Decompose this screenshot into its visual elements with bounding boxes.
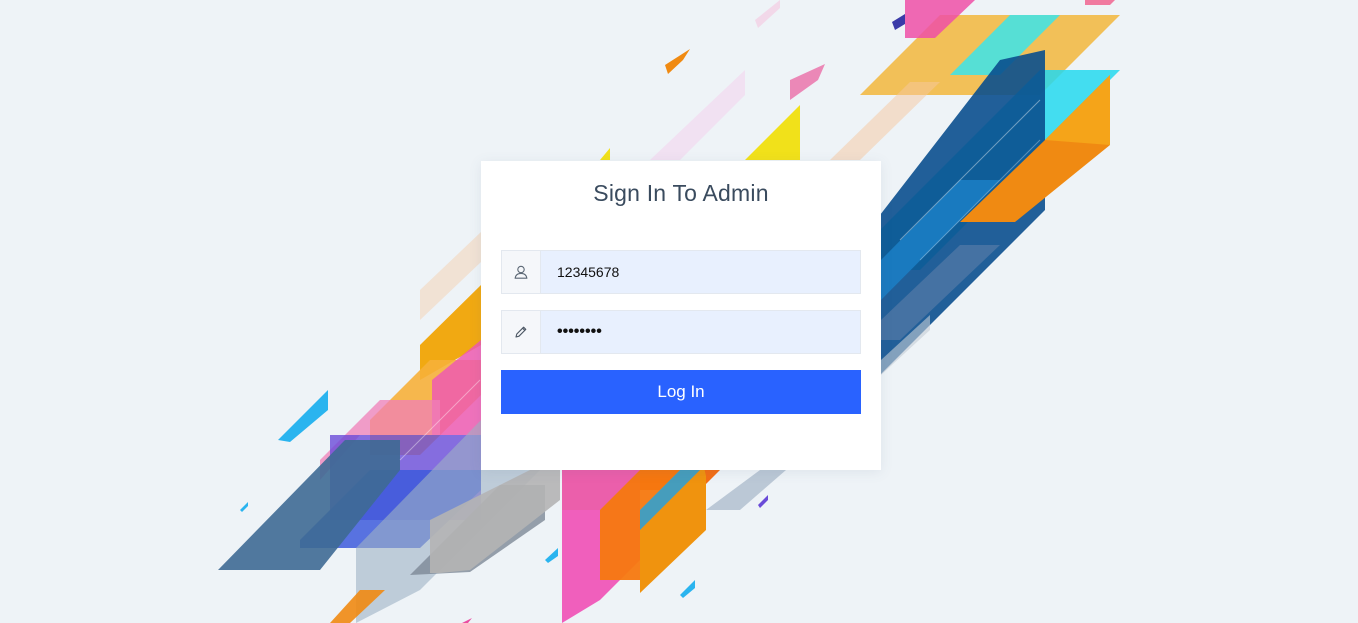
username-input[interactable] <box>541 251 860 293</box>
password-input[interactable] <box>541 311 860 353</box>
login-page: Sign In To Admin 12345678 •••••••• Log I… <box>0 0 1358 623</box>
username-field-group <box>501 250 861 294</box>
pencil-icon <box>514 325 528 339</box>
user-icon <box>514 265 528 279</box>
username-addon <box>502 251 541 293</box>
password-field-group <box>501 310 861 354</box>
login-card: Sign In To Admin 12345678 •••••••• Log I… <box>481 161 881 470</box>
login-button[interactable]: Log In <box>501 370 861 414</box>
password-addon <box>502 311 541 353</box>
login-title: Sign In To Admin <box>593 180 769 206</box>
